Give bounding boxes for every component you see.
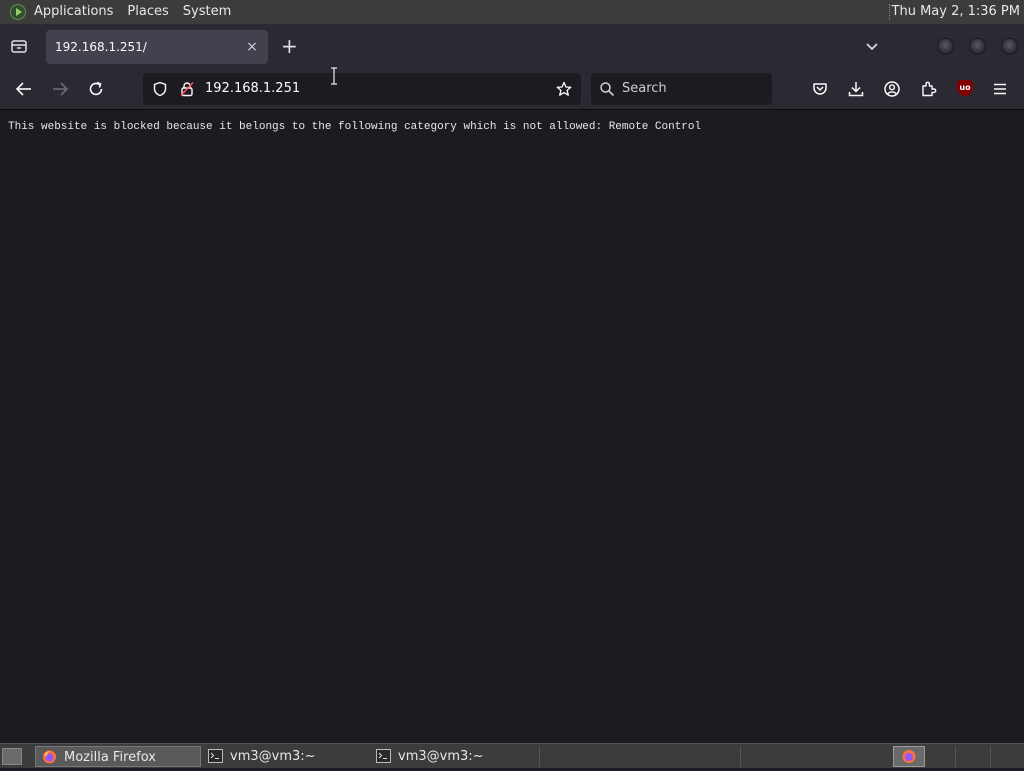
tab-close-icon[interactable]: × [244, 39, 260, 55]
menu-applications[interactable]: Applications [28, 0, 119, 24]
ublock-origin-icon[interactable]: uo [957, 80, 973, 96]
taskbar-item-label: vm3@vm3:~ [230, 749, 316, 764]
show-desktop-icon[interactable] [2, 748, 22, 765]
reload-icon[interactable] [86, 79, 106, 99]
search-placeholder[interactable]: Search [622, 73, 667, 105]
back-arrow-icon[interactable] [14, 79, 34, 99]
taskbar-divider [955, 746, 956, 767]
search-icon [599, 81, 615, 97]
top-panel: Applications Places System Thu May 2, 1:36… [0, 0, 1024, 24]
search-bar[interactable]: Search [591, 73, 772, 105]
hamburger-menu-icon[interactable] [991, 80, 1009, 98]
menu-places[interactable]: Places [119, 0, 174, 24]
bookmark-star-icon[interactable] [556, 81, 572, 97]
url-text[interactable]: 192.168.1.251 [205, 73, 300, 105]
taskbar-item-terminal-1[interactable]: vm3@vm3:~ [202, 746, 368, 767]
terminal-icon [376, 749, 391, 763]
tab-strip: 192.168.1.251/ × + [0, 24, 1024, 68]
taskbar: Mozilla Firefox vm3@vm3:~ vm3@vm3:~ [0, 743, 1024, 768]
list-all-tabs-icon[interactable] [10, 38, 28, 54]
menu-system[interactable]: System [175, 0, 237, 24]
taskbar-item-terminal-2[interactable]: vm3@vm3:~ [370, 746, 536, 767]
taskbar-item-label: vm3@vm3:~ [398, 749, 484, 764]
account-icon[interactable] [883, 80, 901, 98]
window-maximize-button[interactable] [969, 38, 986, 55]
url-bar[interactable]: 192.168.1.251 [143, 73, 581, 105]
tab-active[interactable]: 192.168.1.251/ × [46, 30, 268, 64]
pocket-icon[interactable] [811, 80, 829, 98]
forward-arrow-icon[interactable] [50, 79, 70, 99]
navigation-toolbar: 192.168.1.251 Search uo [0, 68, 1024, 110]
taskbar-item-label: Mozilla Firefox [64, 750, 156, 765]
panel-menu: Applications Places System [28, 0, 237, 24]
window-minimize-button[interactable] [937, 38, 954, 55]
insecure-lock-icon[interactable] [179, 81, 195, 97]
panel-clock[interactable]: Thu May 2, 1:36 PM [892, 0, 1020, 24]
window-close-button[interactable] [1001, 38, 1018, 55]
chevron-down-icon[interactable] [864, 38, 880, 54]
tracking-protection-shield-icon[interactable] [152, 81, 168, 97]
taskbar-item-firefox[interactable]: Mozilla Firefox [35, 746, 201, 767]
terminal-icon [208, 749, 223, 763]
extensions-puzzle-icon[interactable] [920, 80, 938, 98]
tab-title: 192.168.1.251/ [55, 40, 147, 54]
page-content: This website is blocked because it belon… [0, 111, 1024, 743]
firefox-icon [42, 750, 57, 764]
taskbar-divider [990, 746, 991, 767]
blocked-message: This website is blocked because it belon… [8, 121, 702, 133]
workspace-firefox-icon[interactable] [893, 746, 925, 767]
text-cursor-icon [329, 67, 339, 85]
new-tab-button[interactable]: + [281, 36, 298, 56]
taskbar-divider [740, 746, 741, 767]
applications-logo-icon[interactable] [10, 4, 26, 20]
downloads-icon[interactable] [847, 80, 865, 98]
taskbar-divider [539, 746, 540, 767]
